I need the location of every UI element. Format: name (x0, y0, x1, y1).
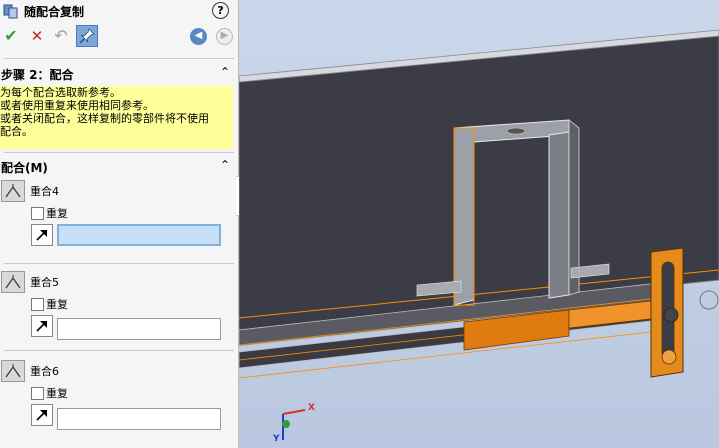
property-manager-panel: 随配合复制 ? ✔ ✕ ↶ ◀ ▶ 步骤 2：配合 ⌃ 为每个配合选取新参考。 … (0, 0, 239, 448)
coordinate-triad (282, 409, 306, 440)
forward-button[interactable]: ▶ (216, 28, 233, 45)
selection-box[interactable] (57, 318, 221, 340)
selection-arrow-icon (31, 315, 53, 337)
divider (4, 263, 234, 264)
repeat-label: 重复 (46, 207, 68, 220)
repeat-checkbox[interactable] (31, 387, 44, 400)
repeat-label: 重复 (46, 298, 68, 311)
cancel-button[interactable]: ✕ (26, 25, 48, 47)
message-line: 或者关闭配合，这样复制的零部件将不使用 (0, 112, 209, 125)
divider (4, 350, 234, 351)
y-axis-label: Y (273, 434, 280, 444)
coincident-mate-icon[interactable] (1, 360, 25, 382)
instruction-message: 为每个配合选取新参考。 或者使用重复来使用相同参考。 或者关闭配合，这样复制的零… (0, 86, 233, 149)
repeat-checkbox[interactable] (31, 207, 44, 220)
pin-button[interactable] (76, 25, 98, 47)
collapse-icon[interactable]: ⌃ (220, 65, 230, 79)
title-bar: 随配合复制 ? (0, 0, 238, 22)
selection-arrow-icon (31, 404, 53, 426)
mates-section-title: 配合(M) (1, 161, 48, 175)
selection-box[interactable] (57, 408, 221, 430)
message-line: 配合。 (0, 125, 33, 138)
graphics-viewport[interactable]: X Y (239, 0, 719, 448)
selection-arrow-icon (31, 224, 53, 246)
pin-icon (79, 28, 95, 44)
coincident-mate-icon[interactable] (1, 271, 25, 293)
mate-label: 重合5 (30, 276, 59, 289)
undo-button[interactable]: ↶ (50, 25, 72, 47)
mate-label: 重合6 (30, 365, 59, 378)
divider (4, 152, 234, 153)
toolbar: ✔ ✕ ↶ ◀ ▶ (0, 25, 238, 51)
coincident-mate-icon[interactable] (1, 180, 25, 202)
x-axis-label: X (308, 403, 315, 413)
message-line: 为每个配合选取新参考。 (0, 86, 121, 99)
mate-label: 重合4 (30, 185, 59, 198)
help-button[interactable]: ? (212, 2, 229, 19)
back-button[interactable]: ◀ (190, 28, 207, 45)
mates-section-header[interactable]: 配合(M) ⌃ (0, 157, 238, 175)
collapse-icon[interactable]: ⌃ (220, 158, 230, 172)
repeat-label: 重复 (46, 387, 68, 400)
panel-title: 随配合复制 (24, 5, 85, 19)
step-section-title: 步骤 2：配合 (1, 68, 74, 82)
message-line: 或者使用重复来使用相同参考。 (0, 99, 154, 112)
divider (4, 58, 234, 59)
assembly-model (239, 29, 719, 440)
selection-box[interactable] (57, 224, 221, 246)
step-section-header[interactable]: 步骤 2：配合 ⌃ (0, 64, 238, 82)
repeat-checkbox[interactable] (31, 298, 44, 311)
copy-with-mates-icon (2, 2, 20, 20)
ok-button[interactable]: ✔ (0, 25, 22, 47)
